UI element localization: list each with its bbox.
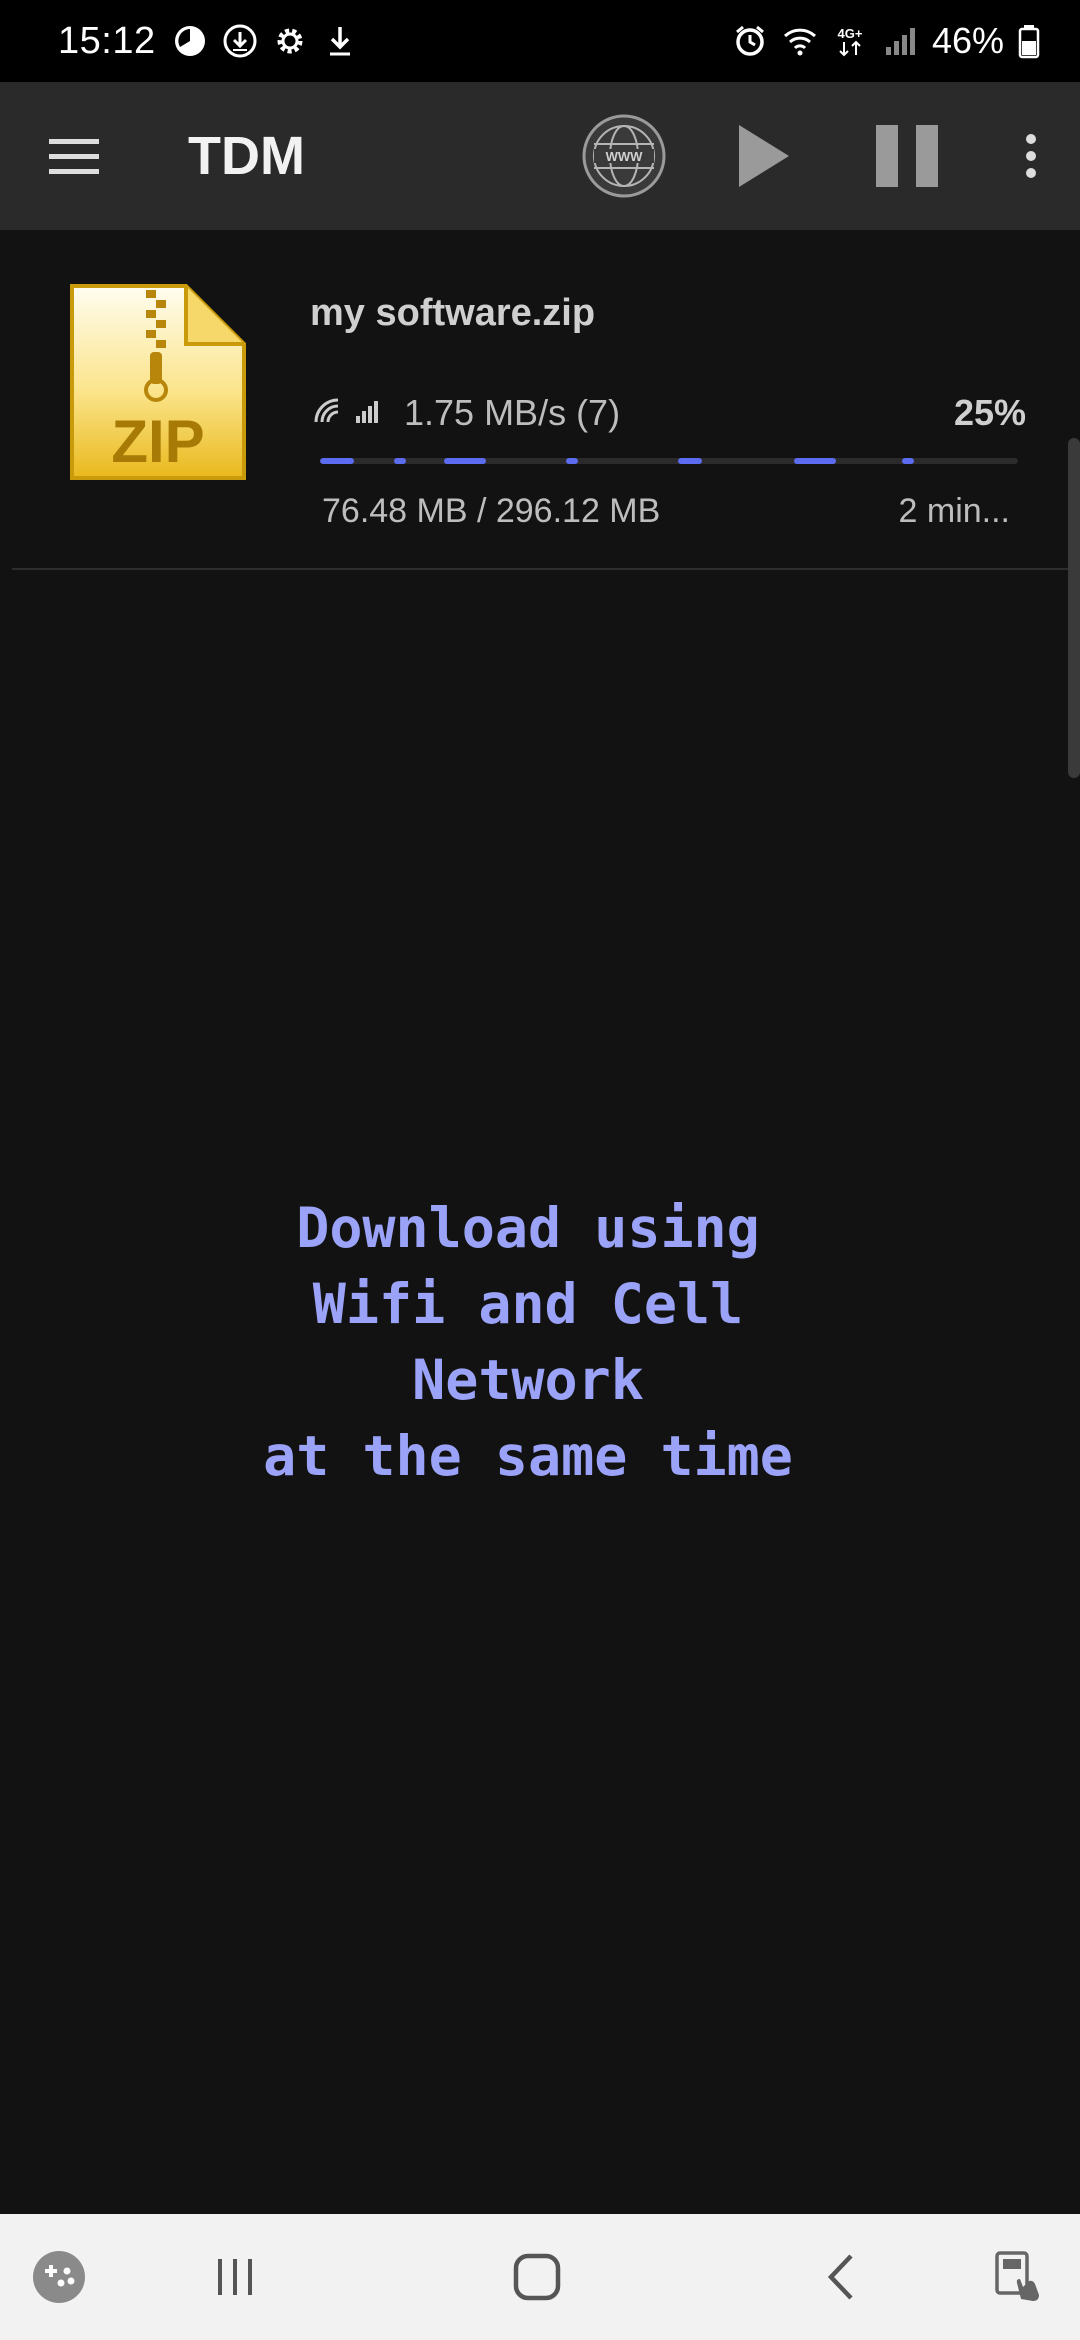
system-nav-bar: [0, 2214, 1080, 2340]
browser-button[interactable]: WWW: [580, 112, 668, 200]
progress-segment: [394, 458, 406, 464]
download-circle-icon: [222, 23, 258, 59]
play-icon: [739, 125, 789, 187]
svg-text:4G+: 4G+: [837, 26, 862, 41]
status-left-icons: [172, 23, 358, 59]
zip-file-icon: ZIP: [68, 282, 248, 482]
more-options-icon[interactable]: [1016, 126, 1046, 186]
app-title: TDM: [188, 126, 305, 186]
pause-icon: [876, 125, 938, 187]
signal-icon: [882, 23, 918, 59]
recent-apps-icon[interactable]: [200, 2242, 270, 2312]
toolbar-actions: WWW: [580, 112, 1080, 200]
progress-segment: [678, 458, 702, 464]
home-icon[interactable]: [502, 2242, 572, 2312]
4g-icon: 4G+: [832, 23, 868, 59]
progress-segment: [444, 458, 486, 464]
download-list: ZIP my software.zip 1.75 MB/s (7) 25% 76…: [12, 230, 1068, 570]
wifi-icon: [782, 23, 818, 59]
download-item[interactable]: ZIP my software.zip 1.75 MB/s (7) 25% 76…: [12, 230, 1068, 570]
accessibility-touch-icon[interactable]: [984, 2242, 1054, 2312]
status-bar: 15:12 4G+ 46%: [0, 0, 1080, 82]
promo-line: Download using: [296, 1196, 760, 1260]
scrollbar-thumb[interactable]: [1068, 438, 1080, 778]
progress-segment: [902, 458, 914, 464]
battery-icon: [1018, 23, 1040, 59]
svg-text:ZIP: ZIP: [111, 408, 204, 475]
svg-text:WWW: WWW: [606, 149, 644, 164]
promo-line: at the same time: [263, 1424, 793, 1488]
status-time: 15:12: [58, 19, 156, 62]
download-percent: 25%: [953, 392, 1026, 433]
progress-segment: [566, 458, 578, 464]
segmented-progress-bar: [320, 458, 1018, 464]
status-right-icons: 4G+ 46%: [732, 20, 1040, 62]
pause-all-button[interactable]: [872, 121, 942, 191]
battery-percent: 46%: [931, 20, 1004, 61]
progress-segment: [794, 458, 836, 464]
back-icon[interactable]: [806, 2242, 876, 2312]
hamburger-menu-icon[interactable]: [44, 126, 104, 186]
file-name: my software.zip: [310, 292, 596, 334]
pie-icon: [172, 23, 208, 59]
globe-www-icon: WWW: [582, 114, 666, 198]
promo-text: Download using Wifi and Cell Network at …: [0, 1190, 1056, 1494]
download-eta: 2 min...: [898, 492, 1010, 530]
alarm-icon: [732, 23, 768, 59]
download-size: 76.48 MB / 296.12 MB: [322, 492, 661, 530]
resume-all-button[interactable]: [728, 121, 798, 191]
cell-signal-small-icon: [356, 401, 378, 423]
download-arrow-icon: [322, 23, 358, 59]
promo-line: Wifi and Cell: [312, 1272, 744, 1336]
gear-icon: [272, 23, 308, 59]
network-indicators: [314, 398, 380, 424]
wifi-small-icon: [314, 398, 339, 423]
game-launcher-icon[interactable]: [24, 2242, 94, 2312]
download-speed: 1.75 MB/s (7): [404, 392, 621, 433]
promo-line: Network: [412, 1348, 644, 1412]
app-toolbar: TDM WWW: [0, 82, 1080, 230]
progress-segment: [320, 458, 354, 464]
